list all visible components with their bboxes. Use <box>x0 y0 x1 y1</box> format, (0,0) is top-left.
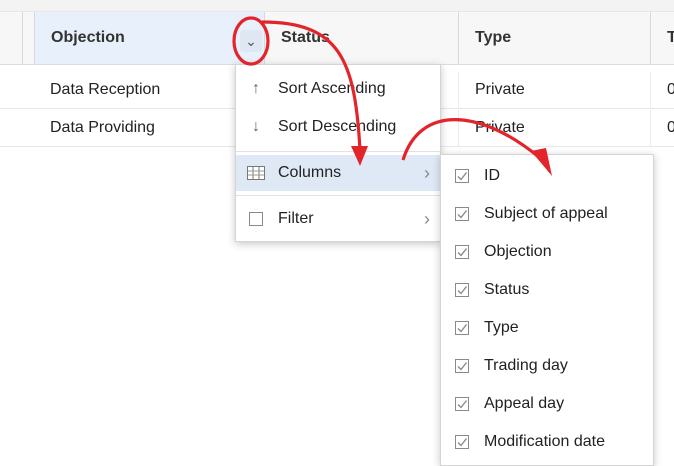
column-toggle-label: Type <box>484 319 519 336</box>
menu-item-columns[interactable]: Columns › <box>236 155 440 191</box>
column-toggle-label: Appeal day <box>484 395 565 412</box>
column-toggle-label: Status <box>484 281 530 298</box>
checkbox-checked-icon[interactable] <box>455 283 469 297</box>
menu-item-sort-ascending[interactable]: ↑ Sort Ascending <box>236 71 440 107</box>
column-toggle-label: Modification date <box>484 433 605 450</box>
menu-item-label: Sort Descending <box>278 118 397 135</box>
cell-t: 0 <box>650 72 674 108</box>
columns-submenu: ID Subject of appeal Objection Status Ty… <box>440 154 654 466</box>
column-header-label: Status <box>281 29 330 46</box>
checkbox-checked-icon[interactable] <box>455 435 469 449</box>
chevron-right-icon: › <box>424 163 430 183</box>
chevron-right-icon: › <box>424 209 430 229</box>
column-toggle-appeal-day[interactable]: Appeal day <box>441 385 653 423</box>
columns-icon <box>246 155 266 194</box>
checkbox-checked-icon[interactable] <box>455 321 469 335</box>
column-toggle-subject-of-appeal[interactable]: Subject of appeal <box>441 195 653 233</box>
column-header-objection[interactable]: Objection <box>34 12 264 64</box>
column-menu: ↑ Sort Ascending ↓ Sort Descending Colum… <box>235 64 441 242</box>
cell-objection: Data Reception <box>50 81 161 98</box>
column-toggle-label: Objection <box>484 243 552 260</box>
column-header-label: T <box>667 29 674 46</box>
arrow-up-icon: ↑ <box>252 80 260 97</box>
cell-type: Private <box>458 72 650 108</box>
column-toggle-status[interactable]: Status <box>441 271 653 309</box>
arrow-down-icon: ↓ <box>252 118 260 135</box>
column-toggle-label: Trading day <box>484 357 568 374</box>
column-toggle-modification-date[interactable]: Modification date <box>441 423 653 461</box>
column-header-status[interactable]: Status <box>264 12 458 64</box>
column-header-label: Objection <box>51 29 125 46</box>
column-toggle-trading-day[interactable]: Trading day <box>441 347 653 385</box>
row-selector-header <box>22 12 34 64</box>
grid-header: Objection Status Type T <box>0 11 674 65</box>
grid-top-strip <box>0 0 674 11</box>
column-toggle-type[interactable]: Type <box>441 309 653 347</box>
menu-item-label: Columns <box>278 164 342 181</box>
checkbox-checked-icon[interactable] <box>455 169 469 183</box>
column-toggle-id[interactable]: ID <box>441 157 653 195</box>
menu-item-filter[interactable]: Filter › <box>236 201 440 237</box>
menu-item-sort-descending[interactable]: ↓ Sort Descending <box>236 109 440 145</box>
column-header-t[interactable]: T <box>650 12 674 64</box>
column-toggle-objection[interactable]: Objection <box>441 233 653 271</box>
checkbox-checked-icon[interactable] <box>455 359 469 373</box>
column-toggle-label: Subject of appeal <box>484 205 608 222</box>
column-header-type[interactable]: Type <box>458 12 650 64</box>
menu-separator <box>236 151 440 152</box>
checkbox-checked-icon[interactable] <box>455 245 469 259</box>
column-menu-trigger[interactable]: ⌄ <box>240 30 262 52</box>
chevron-down-icon: ⌄ <box>245 33 257 49</box>
cell-type: Private <box>458 110 650 146</box>
cell-objection: Data Providing <box>50 119 155 136</box>
checkbox-checked-icon[interactable] <box>455 397 469 411</box>
menu-item-label: Sort Ascending <box>278 80 386 97</box>
column-toggle-label: ID <box>484 167 500 184</box>
column-header-label: Type <box>475 29 512 46</box>
menu-item-label: Filter <box>278 210 314 227</box>
cell-t: 0 <box>650 110 674 146</box>
menu-separator <box>236 195 440 196</box>
checkbox-checked-icon[interactable] <box>455 207 469 221</box>
